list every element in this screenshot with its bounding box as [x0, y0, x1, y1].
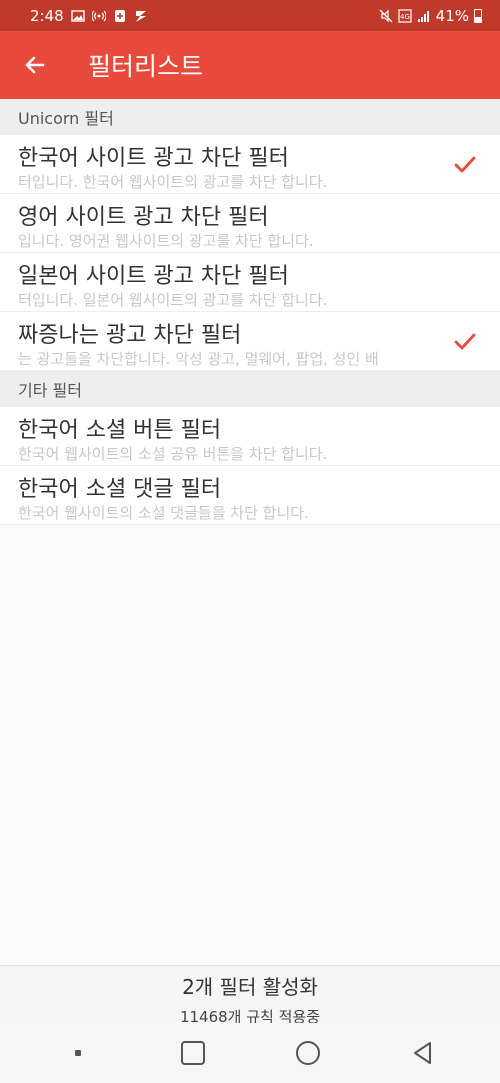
filter-item-japanese-ads[interactable]: 일본어 사이트 광고 차단 필터 터입니다. 일본어 웹사이트의 광고를 차단 …	[0, 253, 500, 312]
checkmark-icon	[454, 333, 476, 350]
filter-item-annoyance-ads[interactable]: 짜증나는 광고 차단 필터 는 광고들을 차단합니다. 악성 광고, 멀웨어, …	[0, 312, 500, 371]
signal-icon	[417, 10, 429, 22]
checkmark-icon	[454, 156, 476, 173]
page-title: 필터리스트	[88, 52, 204, 81]
status-time: 2:48	[30, 6, 64, 25]
filter-item-social-comments[interactable]: 한국어 소셜 댓글 필터 한국어 웹사이트의 소셜 댓글들을 차단 합니다.	[0, 466, 500, 525]
app-bar: 필터리스트	[0, 31, 500, 99]
triangle-back-icon	[413, 1042, 431, 1064]
filter-list: Unicorn 필터 한국어 사이트 광고 차단 필터 터입니다. 한국어 웹사…	[0, 99, 500, 525]
nav-back-button[interactable]	[393, 1023, 453, 1083]
app-notification-icon	[135, 10, 146, 22]
back-button[interactable]	[0, 31, 70, 99]
svg-text:4G: 4G	[400, 13, 410, 21]
filter-description: 한국어 웹사이트의 소셜 공유 버튼을 차단 합니다.	[18, 445, 328, 463]
hotspot-notification-icon	[91, 10, 106, 21]
gallery-notification-icon	[70, 9, 85, 22]
status-bar: 2:48 4G 41%	[0, 0, 500, 31]
filter-item-english-ads[interactable]: 영어 사이트 광고 차단 필터 입니다. 영어권 웹사이트의 광고를 차단 합니…	[0, 194, 500, 253]
lte-icon: 4G	[398, 8, 412, 23]
square-home-icon	[180, 1041, 205, 1065]
section-header-other: 기타 필터	[0, 371, 500, 407]
filter-description: 는 광고들을 차단합니다. 악성 광고, 멀웨어, 팝업, 성인 배	[18, 350, 379, 368]
arrow-left-icon	[25, 56, 45, 74]
filter-name: 한국어 소셜 댓글 필터	[18, 477, 222, 502]
filter-summary-footer: 2개 필터 활성화 11468개 규칙 적용중	[0, 965, 500, 1026]
filter-name: 한국어 사이트 광고 차단 필터	[18, 146, 289, 171]
filter-item-social-buttons[interactable]: 한국어 소셜 버튼 필터 한국어 웹사이트의 소셜 공유 버튼을 차단 합니다.	[0, 407, 500, 466]
battery-percent: 41%	[435, 6, 469, 25]
filter-name: 영어 사이트 광고 차단 필터	[18, 205, 269, 230]
filter-description: 터입니다. 한국어 웹사이트의 광고를 차단 합니다.	[18, 173, 328, 191]
filter-description: 터입니다. 일본어 웹사이트의 광고를 차단 합니다.	[18, 291, 328, 309]
overview-button[interactable]	[163, 1023, 223, 1083]
filter-name: 짜증나는 광고 차단 필터	[18, 323, 242, 348]
battery-saver-notification-icon	[114, 9, 125, 22]
filter-name: 한국어 소셜 버튼 필터	[18, 418, 222, 443]
system-nav-bar	[0, 1023, 500, 1083]
filter-description: 입니다. 영어권 웹사이트의 광고를 차단 합니다.	[18, 232, 314, 250]
filter-item-korean-ads[interactable]: 한국어 사이트 광고 차단 필터 터입니다. 한국어 웹사이트의 광고를 차단 …	[0, 135, 500, 194]
home-button[interactable]	[278, 1023, 338, 1083]
battery-icon	[474, 8, 482, 23]
recent-apps-button[interactable]	[48, 1023, 108, 1083]
circle-home-icon	[295, 1041, 320, 1065]
active-filter-count: 2개 필터 활성화	[182, 975, 318, 999]
filter-name: 일본어 사이트 광고 차단 필터	[18, 264, 289, 289]
filter-description: 한국어 웹사이트의 소셜 댓글들을 차단 합니다.	[18, 504, 309, 522]
section-header-unicorn: Unicorn 필터	[0, 99, 500, 135]
mute-icon	[379, 9, 393, 22]
recent-apps-dot-icon	[74, 1050, 81, 1056]
